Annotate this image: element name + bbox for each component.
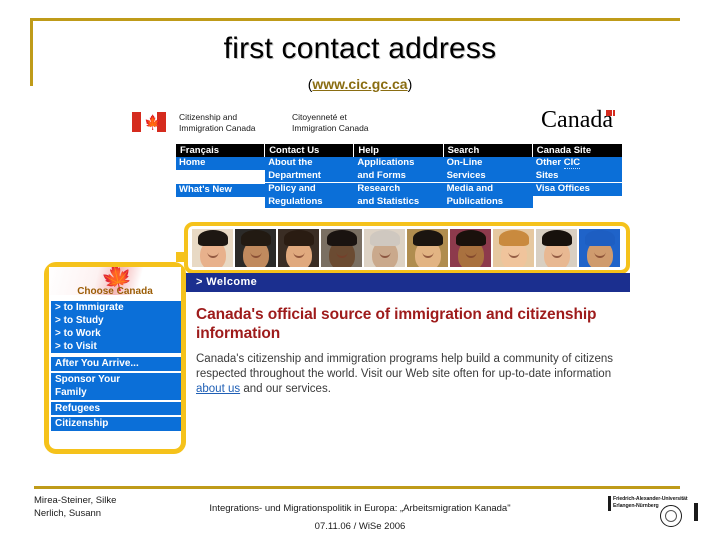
nav-top-francais[interactable]: Français bbox=[176, 144, 266, 157]
footer-center: Integrations- und Migrationspolitik in E… bbox=[150, 500, 570, 536]
nav-top-search[interactable]: Search bbox=[443, 144, 533, 157]
nav-column-2: About the Department Policy and Regulati… bbox=[265, 157, 355, 209]
face-photo-4 bbox=[321, 229, 362, 267]
faces-strip bbox=[192, 229, 620, 267]
nav-top-canada-site[interactable]: Canada Site bbox=[532, 144, 622, 157]
department-en-line1: Citizenship and bbox=[179, 112, 238, 122]
page-title: first contact address bbox=[223, 32, 497, 65]
nav-item-on-line-services[interactable]: On-Line Services bbox=[443, 157, 533, 182]
government-header: 🍁 Citizenship and Immigration Canada Cit… bbox=[132, 107, 622, 142]
footer-date: 07.11.06 / WiSe 2006 bbox=[314, 521, 406, 532]
university-name-line2: Erlangen-Nürnberg bbox=[613, 503, 659, 509]
nav-column-5: Other CIC Sites Visa Offices bbox=[532, 157, 622, 209]
main-content: Canada's official source of immigration … bbox=[196, 305, 624, 397]
url-paren-close: ) bbox=[407, 76, 413, 92]
about-us-link[interactable]: about us bbox=[196, 383, 240, 395]
face-photo-3 bbox=[278, 229, 319, 267]
site-navigation: Français Contact Us Help Search Canada S… bbox=[176, 144, 622, 209]
main-body-text: Canada's citizenship and immigration pro… bbox=[196, 352, 624, 397]
nav-item-about-the-department[interactable]: About the Department bbox=[265, 157, 355, 182]
footer-authors: Mirea-Steiner, Silke Nerlich, Susann bbox=[34, 495, 116, 520]
university-name-line1: Friedrich-Alexander-Universität bbox=[613, 496, 688, 502]
university-seal-icon bbox=[660, 505, 682, 527]
face-photo-8 bbox=[493, 229, 534, 267]
nav-column-1: Home What's New bbox=[176, 157, 266, 209]
nav-item-applications-and-forms[interactable]: Applications and Forms bbox=[354, 157, 444, 182]
face-photo-2 bbox=[235, 229, 276, 267]
face-photo-6 bbox=[407, 229, 448, 267]
sidebar-item-citizenship[interactable]: Citizenship bbox=[51, 417, 181, 431]
university-logo: Friedrich-Alexander-Universität Erlangen… bbox=[608, 495, 702, 529]
canada-wordmark: Canada bbox=[541, 107, 622, 133]
nav-item-home[interactable]: Home bbox=[176, 157, 266, 170]
wordmark-flag-icon bbox=[606, 110, 615, 116]
slide-frame-bottom-rule bbox=[34, 486, 680, 489]
sidebar-item-sponsor-your-family[interactable]: Sponsor Your Family bbox=[51, 372, 181, 400]
nav-column-3: Applications and Forms Research and Stat… bbox=[354, 157, 444, 209]
footer-subject: Integrations- und Migrationspolitik in E… bbox=[209, 503, 511, 514]
sidebar: 🍁 Choose Canada > to Immigrate > to Stud… bbox=[44, 262, 186, 454]
sidebar-heading: Choose Canada bbox=[77, 286, 153, 297]
nav-item-whats-new[interactable]: What's New bbox=[176, 184, 266, 197]
nav-item-visa-offices[interactable]: Visa Offices bbox=[532, 183, 622, 196]
body-text-part2: and our services. bbox=[240, 383, 331, 395]
sidebar-item-after-you-arrive[interactable]: After You Arrive... bbox=[51, 357, 181, 371]
nav-column-4: On-Line Services Media and Publications bbox=[443, 157, 533, 209]
faces-banner bbox=[184, 222, 630, 274]
sidebar-item-to-study[interactable]: > to Study bbox=[51, 314, 181, 327]
canada-wordmark-text: Canada bbox=[541, 107, 613, 133]
nav-item-media-and-publications[interactable]: Media and Publications bbox=[443, 183, 533, 208]
canada-flag-icon: 🍁 bbox=[132, 112, 166, 132]
slide-url-line: (www.cic.gc.ca) bbox=[0, 76, 720, 92]
body-text-part1: Canada's citizenship and immigration pro… bbox=[196, 353, 614, 380]
sidebar-item-to-immigrate[interactable]: > to Immigrate bbox=[51, 301, 181, 314]
face-photo-7 bbox=[450, 229, 491, 267]
welcome-bar: > Welcome bbox=[184, 273, 630, 292]
main-heading: Canada's official source of immigration … bbox=[196, 306, 597, 342]
website-screenshot-region: 🍁 Citizenship and Immigration Canada Cit… bbox=[0, 100, 720, 470]
face-photo-10 bbox=[579, 229, 620, 267]
footer-author-line2: Nerlich, Susann bbox=[34, 507, 102, 519]
face-photo-5 bbox=[364, 229, 405, 267]
sidebar-item-refugees[interactable]: Refugees bbox=[51, 401, 181, 415]
sidebar-list: > to Immigrate > to Study > to Work > to… bbox=[51, 301, 181, 433]
nav-item-research-and-statistics[interactable]: Research and Statistics bbox=[354, 183, 444, 208]
nav-item-other-cic-sites[interactable]: Other CIC Sites bbox=[532, 157, 622, 182]
nav-top-contact-us[interactable]: Contact Us bbox=[265, 144, 355, 157]
department-name-french: Citoyenneté et Immigration Canada bbox=[292, 112, 369, 133]
cic-website-link[interactable]: www.cic.gc.ca bbox=[312, 76, 407, 92]
slide-frame-top-rule bbox=[30, 18, 680, 21]
logo-bar-right-icon bbox=[694, 503, 698, 521]
sidebar-item-to-visit[interactable]: > to Visit bbox=[51, 340, 181, 353]
nav-top-help[interactable]: Help bbox=[354, 144, 444, 157]
nav-item-spacer-1 bbox=[176, 171, 265, 184]
sidebar-item-to-work[interactable]: > to Work bbox=[51, 327, 181, 340]
department-name-english: Citizenship and Immigration Canada bbox=[179, 112, 256, 133]
sidebar-choose-group: > to Immigrate > to Study > to Work > to… bbox=[51, 301, 181, 353]
face-photo-1 bbox=[192, 229, 233, 267]
department-en-line2: Immigration Canada bbox=[179, 122, 256, 133]
nav-item-policy-and-regulations[interactable]: Policy and Regulations bbox=[265, 183, 355, 208]
nav-body-row: Home What's New About the Department Pol… bbox=[176, 157, 622, 209]
face-photo-9 bbox=[536, 229, 577, 267]
department-fr-line2: Immigration Canada bbox=[292, 122, 369, 133]
department-fr-line1: Citoyenneté et bbox=[292, 112, 347, 122]
logo-bar-left-icon bbox=[608, 496, 611, 511]
footer-author-line1: Mirea-Steiner, Silke bbox=[34, 495, 117, 506]
nav-top-row: Français Contact Us Help Search Canada S… bbox=[176, 144, 622, 157]
